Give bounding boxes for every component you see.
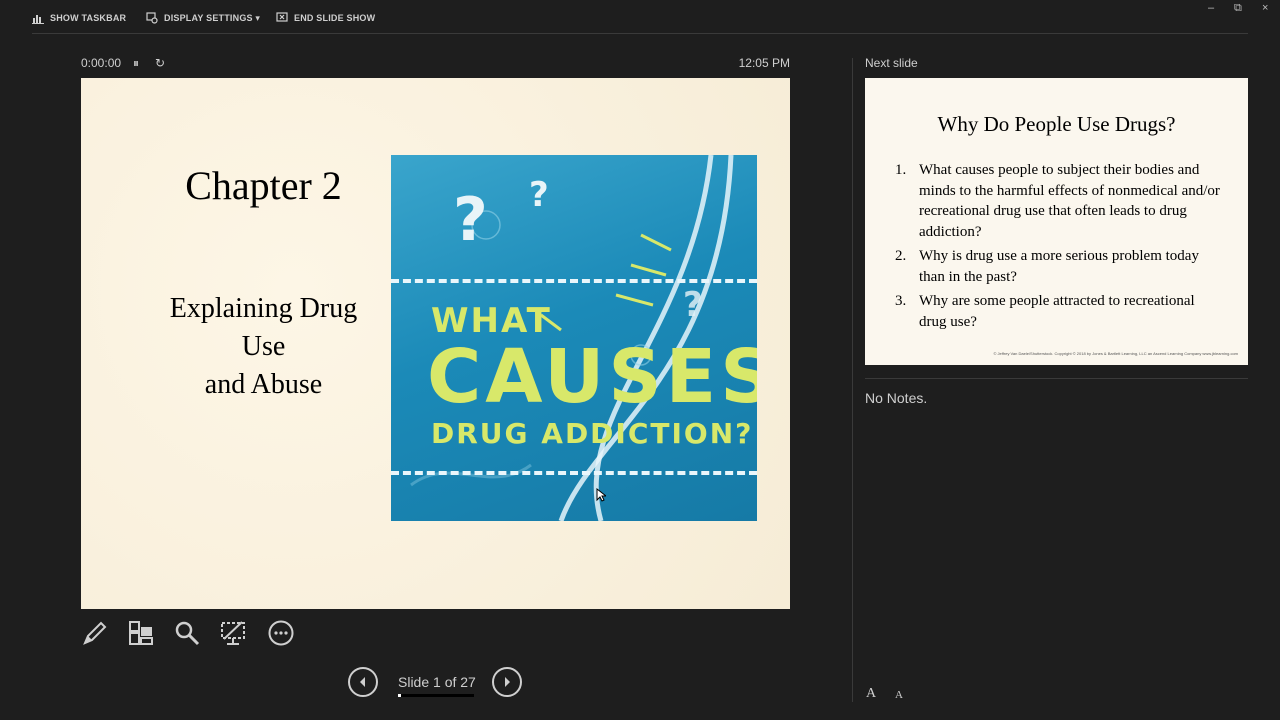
increase-font-button[interactable]: A (866, 686, 876, 702)
close-button[interactable]: × (1262, 2, 1268, 14)
decrease-font-button[interactable]: A (895, 689, 903, 701)
image-text-drug-addiction: DRUG ADDICTION? (431, 417, 754, 450)
subtitle-line: Use (241, 331, 286, 362)
list-item: 3. Why are some people attracted to recr… (895, 291, 1225, 332)
notes-divider (865, 378, 1248, 379)
end-slide-show-label: END SLIDE SHOW (294, 13, 376, 23)
slide-progress-fill (398, 694, 401, 697)
slide-counter[interactable]: Slide 1 of 27 (398, 674, 476, 690)
subtitle-line: and Abuse (204, 369, 323, 400)
dashed-line (391, 279, 757, 283)
list-number: 3. (895, 293, 907, 309)
black-screen-icon (221, 621, 245, 645)
next-slide-list: 1. What causes people to subject their b… (895, 160, 1225, 336)
dashed-line (391, 471, 757, 475)
list-number: 1. (895, 162, 907, 178)
grid-icon (129, 621, 153, 645)
slide-title: Chapter 2 (185, 163, 342, 208)
next-slide-label: Next slide (865, 56, 918, 70)
slide-progress-track (398, 694, 474, 697)
current-slide[interactable]: Chapter 2 Explaining Drug Use and Abuse … (81, 78, 790, 609)
next-slide-button[interactable] (492, 667, 522, 697)
show-taskbar-label: SHOW TASKBAR (50, 13, 127, 23)
image-text-causes: CAUSES (427, 334, 757, 420)
list-text: What causes people to subject their bodi… (919, 162, 1220, 240)
slide-subtitle: Explaining Drug Use and Abuse (151, 290, 376, 404)
minimize-button[interactable]: – (1208, 2, 1214, 14)
see-all-slides-button[interactable] (126, 618, 156, 648)
more-icon (268, 620, 294, 646)
display-settings-icon (146, 12, 158, 24)
restore-button[interactable]: ⧉ (1234, 2, 1242, 15)
list-item: 1. What causes people to subject their b… (895, 160, 1225, 242)
end-slide-show-button[interactable]: END SLIDE SHOW (276, 10, 375, 26)
previous-slide-button[interactable] (348, 667, 378, 697)
show-taskbar-button[interactable]: SHOW TASKBAR (32, 10, 126, 26)
list-number: 2. (895, 248, 907, 264)
mouse-cursor-icon (596, 488, 606, 502)
list-text: Why is drug use a more serious problem t… (919, 248, 1199, 285)
next-slide-preview[interactable]: Why Do People Use Drugs? 1. What causes … (865, 78, 1248, 365)
slide-image: ? ? ? WHAT CAUSES DRUG ADDICTION? (391, 155, 757, 521)
elapsed-timer: 0:00:00 (81, 56, 122, 70)
panel-divider (852, 58, 853, 702)
restart-timer-icon[interactable]: ↻ (155, 56, 165, 70)
zoom-button[interactable] (172, 618, 202, 648)
question-mark-graphic: ? (683, 285, 703, 325)
display-settings-button[interactable]: DISPLAY SETTINGS ▾ (146, 10, 260, 26)
pen-tool-button[interactable] (80, 618, 110, 648)
question-mark-graphic: ? (529, 175, 549, 215)
black-screen-button[interactable] (218, 618, 248, 648)
magnifier-icon (175, 621, 200, 646)
speaker-notes: No Notes. (865, 390, 928, 406)
clock: 12:05 PM (738, 56, 790, 70)
display-settings-label: DISPLAY SETTINGS ▾ (164, 12, 261, 23)
taskbar-icon (32, 15, 44, 24)
pause-icon[interactable]: ⏸ (133, 56, 139, 71)
pen-icon (83, 621, 107, 645)
next-slide-title: Why Do People Use Drugs? (937, 112, 1176, 136)
list-item: 2. Why is drug use a more serious proble… (895, 246, 1225, 287)
question-mark-graphic: ? (453, 185, 488, 255)
toolbar-divider (32, 33, 1248, 34)
list-text: Why are some people attracted to recreat… (919, 293, 1195, 330)
more-options-button[interactable] (266, 618, 296, 648)
chevron-right-icon (505, 677, 510, 687)
chevron-left-icon (360, 677, 365, 687)
end-show-icon (276, 12, 288, 22)
subtitle-line: Explaining Drug (169, 293, 358, 324)
copyright-text: © Jeffrey Van Daele/Shutterstock. Copyri… (993, 351, 1238, 356)
